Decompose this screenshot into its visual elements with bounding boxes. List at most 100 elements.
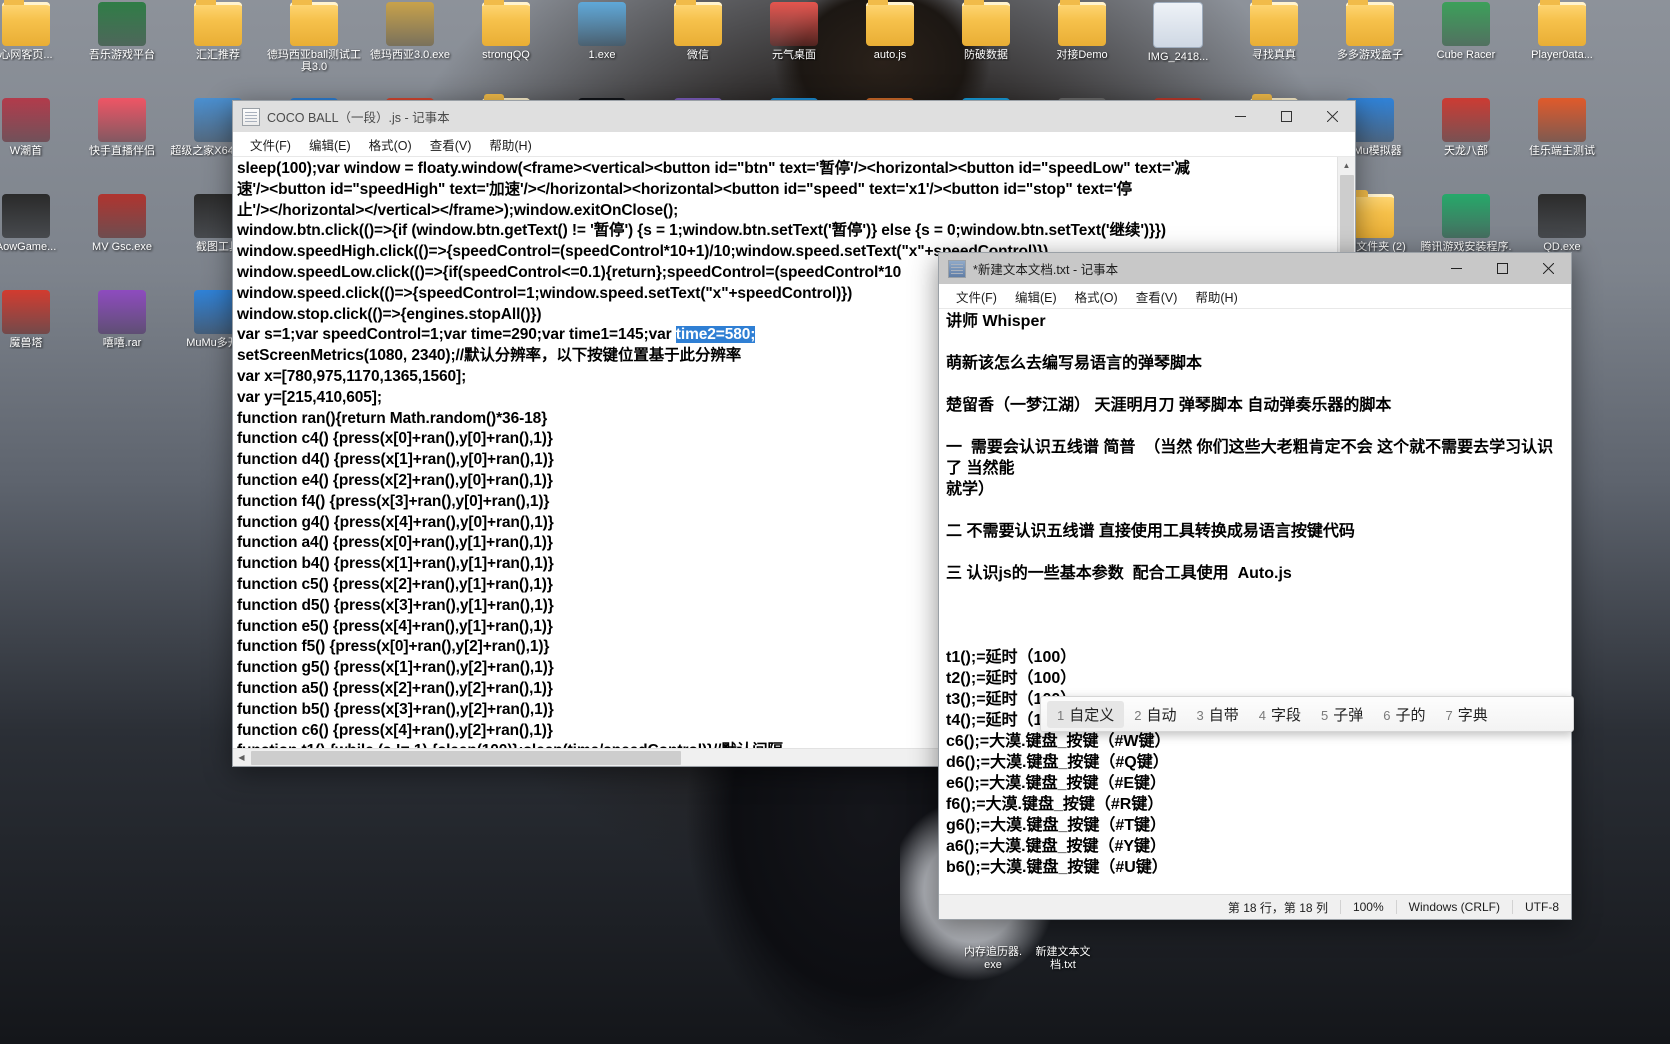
candidate-word: 子的	[1395, 706, 1426, 724]
ime-candidate-7[interactable]: 7 字典	[1436, 704, 1498, 725]
desktop-icon[interactable]: 元气桌面	[746, 2, 842, 61]
desktop-icon[interactable]: 德玛西亚ball测试工具3.0	[266, 0, 362, 73]
desktop-icon[interactable]: Cube Racer	[1418, 2, 1514, 61]
ime-candidate-bar[interactable]: 1 自定义 2 自动 3 自带 4 字段 5 子弹 6 子的 7 字典	[1040, 696, 1574, 732]
notes-line: 一 需要会认识五线谱 简普 （当然 你们这些大老粗肯定不会 这个就不需要去学习认…	[946, 439, 1554, 477]
minimize-button[interactable]	[1433, 253, 1479, 284]
desktop-icon-label: 天龙八部	[1444, 145, 1488, 157]
desktop-icon[interactable]: 快手直播伴侣	[74, 98, 170, 157]
code-window-controls	[1217, 101, 1355, 132]
cursor-position: 第 18 行，第 18 列	[1227, 900, 1328, 915]
code-window-titlebar[interactable]: COCO BALL（一段）.js - 记事本	[233, 101, 1355, 132]
candidate-number: 1	[1057, 707, 1065, 723]
notes-menu-item-4[interactable]: 帮助(H)	[1186, 285, 1246, 308]
desktop-icon[interactable]: IMG_2418...	[1130, 2, 1226, 63]
application-icon	[98, 194, 146, 238]
notes-line: f6();=大漠.键盘_按键（#R键）	[946, 796, 1164, 813]
desktop-icon[interactable]: 汇汇推荐	[170, 0, 266, 61]
desktop-icon[interactable]: strongQQ	[458, 0, 554, 61]
folder-icon	[1538, 0, 1586, 46]
desktop-icon[interactable]: 防破数据	[938, 0, 1034, 61]
desktop-icon[interactable]: W潮首	[0, 98, 74, 157]
minimize-button[interactable]	[1217, 101, 1263, 132]
notes-line	[946, 584, 1567, 605]
desktop-icon-label: strongQQ	[482, 49, 530, 61]
scroll-up-icon[interactable]: ▲	[1338, 157, 1355, 174]
hscroll-thumb[interactable]	[251, 750, 681, 765]
code-menu-item-4[interactable]: 帮助(H)	[480, 133, 540, 156]
desktop-icon[interactable]: MV Gsc.exe	[74, 194, 170, 253]
notes-line	[946, 416, 1567, 437]
desktop-icon-label: Player0ata...	[1531, 49, 1593, 61]
notes-line: 就学）	[946, 481, 995, 498]
application-icon	[2, 98, 50, 142]
application-icon	[98, 290, 146, 334]
desktop-icon[interactable]: 天龙八部	[1418, 98, 1514, 157]
notes-editor-area[interactable]: 讲师 Whisper 萌新该怎么去编写易语言的弹琴脚本 楚留香（一梦江湖） 天涯…	[939, 309, 1571, 894]
notes-menu-item-0[interactable]: 文件(F)	[947, 285, 1006, 308]
desktop-label-0: 内存追历器. exe	[963, 946, 1023, 971]
zoom-level: 100%	[1339, 900, 1396, 914]
notes-menu-item-1[interactable]: 编辑(E)	[1006, 285, 1066, 308]
candidate-number: 4	[1258, 707, 1266, 723]
folder-icon	[1250, 0, 1298, 46]
maximize-button[interactable]	[1263, 101, 1309, 132]
maximize-button[interactable]	[1479, 253, 1525, 284]
desktop-icon[interactable]: 嘻嘻.rar	[74, 290, 170, 349]
notes-statusbar: 第 18 行，第 18 列 100% Windows (CRLF) UTF-8	[939, 894, 1571, 919]
folder-icon	[2, 0, 50, 46]
notes-line: 二 不需要认识五线谱 直接使用工具转换成易语言按键代码	[946, 523, 1355, 540]
desktop-icon-label: 多多游戏盒子	[1337, 49, 1403, 61]
folder-icon	[290, 0, 338, 46]
desktop-icon[interactable]: Player0ata...	[1514, 0, 1610, 61]
desktop-icon-label: MV Gsc.exe	[92, 241, 152, 253]
desktop-icon[interactable]: 吾乐游戏平台	[74, 2, 170, 61]
notepad-notes-window[interactable]: *新建文本文档.txt - 记事本 文件(F) 编辑(E) 格式(O) 查看(V) 帮助…	[938, 252, 1572, 920]
desktop-icon[interactable]: 寻找真真	[1226, 0, 1322, 61]
desktop-icon[interactable]: QD.exe	[1514, 194, 1610, 253]
notepad-icon	[948, 259, 966, 278]
desktop-icon[interactable]: 多多游戏盒子	[1322, 0, 1418, 61]
desktop-icon[interactable]: AowGame...	[0, 194, 74, 253]
notes-window-title: *新建文本文档.txt - 记事本	[973, 263, 1119, 277]
desktop-icon[interactable]: 微信	[650, 0, 746, 61]
scroll-left-icon[interactable]: ◀	[233, 749, 250, 766]
application-icon	[98, 98, 146, 142]
notes-text-content[interactable]: 讲师 Whisper 萌新该怎么去编写易语言的弹琴脚本 楚留香（一梦江湖） 天涯…	[939, 309, 1571, 894]
notes-menu-item-2[interactable]: 格式(O)	[1066, 285, 1127, 308]
candidate-word: 自定义	[1069, 706, 1115, 724]
desktop-icon-label: 佳乐端主测试	[1529, 145, 1595, 157]
code-menu-item-0[interactable]: 文件(F)	[241, 133, 300, 156]
desktop-icon[interactable]: 佳乐端主测试	[1514, 98, 1610, 157]
desktop-icon[interactable]: 德玛西亚3.0.exe	[362, 2, 458, 61]
candidate-number: 6	[1383, 707, 1391, 723]
code-menu-item-1[interactable]: 编辑(E)	[300, 133, 360, 156]
desktop-icon[interactable]: 对接Demo	[1034, 0, 1130, 61]
code-menu-item-2[interactable]: 格式(O)	[360, 133, 421, 156]
ime-candidate-6[interactable]: 6 子的	[1373, 704, 1435, 725]
desktop-icon[interactable]: 魔兽塔	[0, 290, 74, 349]
application-icon	[2, 290, 50, 334]
desktop-icon-label: IMG_2418...	[1147, 51, 1209, 63]
notes-line: t2();=延时（100）	[946, 670, 1077, 687]
desktop-icon[interactable]: auto.js	[842, 0, 938, 61]
code-menu-item-3[interactable]: 查看(V)	[421, 133, 481, 156]
notes-menu-item-3[interactable]: 查看(V)	[1127, 285, 1187, 308]
ime-candidate-4[interactable]: 4 字段	[1249, 704, 1311, 725]
desktop-icon[interactable]: 心网客页...	[0, 0, 74, 61]
code-window-menubar[interactable]: 文件(F) 编辑(E) 格式(O) 查看(V) 帮助(H)	[233, 132, 1355, 157]
close-button[interactable]	[1525, 253, 1571, 284]
ime-candidate-2[interactable]: 2 自动	[1124, 704, 1186, 725]
ime-candidate-5[interactable]: 5 子弹	[1311, 704, 1373, 725]
notes-window-menubar[interactable]: 文件(F) 编辑(E) 格式(O) 查看(V) 帮助(H)	[939, 284, 1571, 309]
desktop-icon-label: AowGame...	[0, 241, 57, 253]
ime-candidate-3[interactable]: 3 自带	[1187, 704, 1249, 725]
candidate-word: 字段	[1270, 706, 1301, 724]
notes-line: 讲师 Whisper	[946, 313, 1046, 330]
folder-icon	[482, 0, 530, 46]
notes-window-titlebar[interactable]: *新建文本文档.txt - 记事本	[939, 253, 1571, 284]
desktop-icon[interactable]: 1.exe	[554, 2, 650, 61]
desktop-icon-label: 吾乐游戏平台	[89, 49, 155, 61]
close-button[interactable]	[1309, 101, 1355, 132]
ime-candidate-1[interactable]: 1 自定义	[1047, 700, 1125, 728]
